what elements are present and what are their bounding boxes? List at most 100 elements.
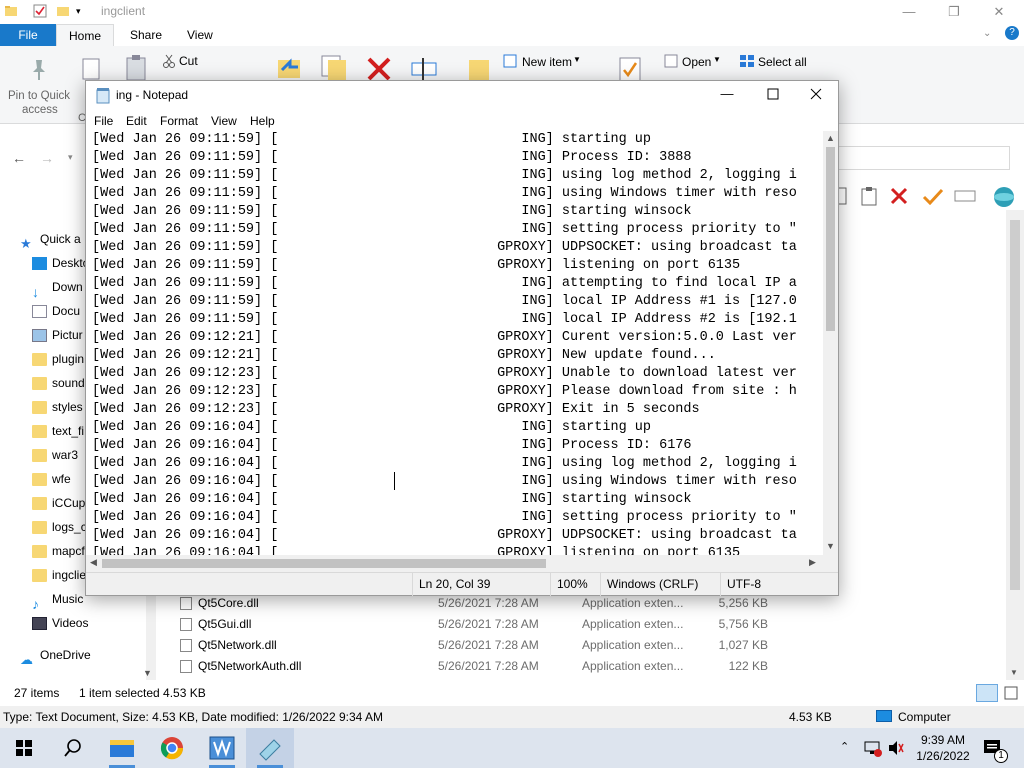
notepad-minimize-button[interactable]: — (704, 81, 750, 111)
nav-item-styles[interactable]: styles (32, 396, 83, 418)
select-all-button[interactable]: Select all (758, 55, 807, 69)
search-button[interactable] (48, 728, 96, 768)
scroll-down-arrow-icon[interactable]: ▼ (826, 541, 835, 551)
nav-item-music[interactable]: ♪ Music (32, 588, 83, 612)
menu-view[interactable]: View (211, 111, 237, 131)
nav-item-sound[interactable]: sound (32, 372, 85, 394)
show-hidden-icons-icon[interactable]: ⌃ (840, 740, 849, 753)
recent-locations-icon[interactable]: ▾ (68, 152, 73, 163)
file-row[interactable]: Qt5Gui.dll 5/26/2021 7:28 AM Application… (178, 614, 778, 635)
explorer-minimize-button[interactable]: — (886, 0, 932, 24)
cut-button[interactable]: Cut (179, 54, 198, 68)
properties-icon[interactable] (33, 4, 47, 18)
nav-item-logs[interactable]: logs_c (32, 516, 87, 538)
forward-arrow-icon[interactable]: → (40, 150, 54, 166)
start-button[interactable] (0, 728, 48, 768)
notepad-close-button[interactable] (794, 81, 840, 111)
chevron-down-icon[interactable]: ▼ (143, 668, 152, 678)
tab-view[interactable]: View (175, 24, 225, 46)
dll-file-icon (180, 597, 192, 610)
pin-label-2[interactable]: access (22, 104, 58, 116)
menu-help[interactable]: Help (250, 111, 275, 131)
taskbar-chrome[interactable] (148, 728, 196, 768)
nav-item-mapcf[interactable]: mapcf (32, 540, 85, 562)
file-row[interactable]: Qt5Network.dll 5/26/2021 7:28 AM Applica… (178, 635, 778, 656)
file-list-scrollbar[interactable]: ▼ (1006, 210, 1024, 680)
menu-format[interactable]: Format (160, 111, 198, 131)
file-date: 5/26/2021 7:28 AM (438, 596, 539, 610)
tab-home[interactable]: Home (56, 24, 114, 46)
notepad-vertical-scrollbar[interactable]: ▲ ▼ (823, 131, 838, 555)
nav-item-wfe[interactable]: wfe (32, 468, 71, 490)
scroll-right-arrow-icon[interactable]: ▶ (809, 557, 816, 568)
clock-date[interactable]: 1/26/2022 (912, 749, 974, 763)
nav-item-downloads[interactable]: ↓ Down (32, 276, 83, 301)
explorer-maximize-button[interactable]: ❐ (931, 0, 977, 24)
help-icon[interactable]: ? (1005, 26, 1019, 40)
horizontal-scrollbar-thumb[interactable] (102, 559, 546, 568)
explorer-close-button[interactable]: ✕ (976, 0, 1022, 24)
globe-icon[interactable] (992, 185, 1016, 212)
open-button[interactable]: Open (682, 55, 711, 69)
notepad-menu-bar: File Edit Format View Help (86, 111, 838, 131)
menu-file[interactable]: File (94, 111, 113, 131)
open-icon[interactable] (664, 54, 680, 71)
details-view-icon[interactable] (976, 684, 998, 702)
notepad-horizontal-scrollbar[interactable]: ◀ ▶ (86, 555, 823, 572)
vertical-scrollbar-thumb[interactable] (826, 147, 835, 331)
chevron-down-icon[interactable]: ▼ (1010, 668, 1018, 677)
large-icons-view-icon[interactable] (1002, 684, 1022, 702)
nav-item-ingclient[interactable]: ingclie (32, 564, 86, 586)
new-item-button[interactable]: New item (522, 55, 572, 69)
clock-time[interactable]: 9:39 AM (914, 733, 972, 747)
pin-label[interactable]: Pin to Quick (8, 90, 70, 102)
nav-item-quick-access[interactable]: ★ Quick a (20, 228, 81, 251)
new-folder-icon[interactable] (56, 4, 70, 18)
pin-icon[interactable] (28, 58, 50, 85)
nav-item-videos[interactable]: Videos (32, 612, 88, 634)
nav-item-onedrive[interactable]: ☁ OneDrive (20, 644, 91, 667)
scroll-left-arrow-icon[interactable]: ◀ (90, 557, 97, 568)
cut-icon[interactable] (162, 54, 176, 71)
chevron-down-icon[interactable]: ⌄ (983, 28, 991, 39)
taskbar-file-explorer[interactable] (98, 728, 146, 768)
clipboard-icon[interactable] (860, 186, 878, 209)
nav-item-desktop[interactable]: Deskto (32, 252, 89, 274)
file-row[interactable]: Qt5NetworkAuth.dll 5/26/2021 7:28 AM App… (178, 656, 778, 677)
chevron-down-icon[interactable]: ▼ (573, 55, 581, 64)
scroll-up-arrow-icon[interactable]: ▲ (826, 133, 835, 143)
delete-icon[interactable] (890, 187, 908, 208)
rename-icon[interactable] (954, 189, 976, 206)
chevron-down-icon[interactable]: ▼ (713, 55, 721, 64)
text-line: [Wed Jan 26 09:11:59] [ ING] Process ID:… (92, 150, 692, 165)
notepad-maximize-button[interactable] (750, 81, 796, 111)
nav-item-text-fi[interactable]: text_fi (32, 420, 84, 442)
notepad-text-area[interactable]: [Wed Jan 26 09:11:59] [ ING] starting up… (86, 131, 823, 555)
file-row[interactable]: Qt5Core.dll 5/26/2021 7:28 AM Applicatio… (178, 593, 778, 614)
menu-edit[interactable]: Edit (126, 111, 147, 131)
nav-item-iccup[interactable]: iCCup (32, 492, 85, 514)
tab-share[interactable]: Share (118, 24, 174, 46)
network-icon[interactable] (862, 738, 882, 761)
download-icon: ↓ (32, 284, 39, 301)
select-all-icon[interactable] (739, 54, 755, 71)
folder-icon (32, 353, 47, 367)
checkmark-icon[interactable] (922, 187, 944, 208)
nav-item-plugins[interactable]: plugin (32, 348, 84, 370)
volume-icon[interactable] (886, 738, 906, 761)
taskbar: ⌃ 9:39 AM 1/26/2022 1 (0, 728, 1024, 768)
nav-scrollbar[interactable] (146, 590, 156, 680)
back-arrow-icon[interactable]: ← (12, 150, 26, 166)
nav-item-war3[interactable]: war3 (32, 444, 78, 466)
nav-item-documents[interactable]: Docu (32, 300, 80, 322)
nav-item-pictures[interactable]: Pictur (32, 324, 83, 346)
scrollbar-thumb[interactable] (1010, 220, 1020, 590)
notepad-window-title: ing - Notepad (116, 88, 189, 102)
taskbar-ingclient-app[interactable] (198, 728, 246, 768)
tab-file[interactable]: File (0, 24, 56, 46)
customize-quick-access-icon[interactable]: ▾ (76, 6, 90, 20)
search-input[interactable] (836, 146, 1010, 170)
new-item-icon[interactable] (503, 54, 519, 71)
folder-icon (32, 569, 47, 583)
taskbar-notepad[interactable] (246, 728, 294, 768)
